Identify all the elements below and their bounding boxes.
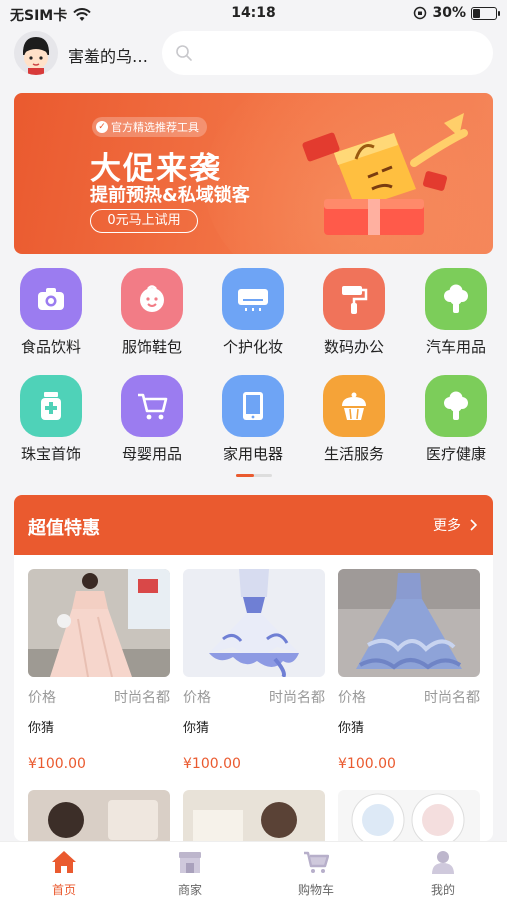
deals-section: 超值特惠 更多 价格 时尚名都 你猜 ¥100.00 价格 时尚名都 你猜 ¥1… bbox=[14, 495, 493, 841]
paint-roller-icon bbox=[323, 268, 385, 330]
product-image-blue-white-dress bbox=[183, 569, 325, 677]
tablet-icon bbox=[222, 375, 284, 437]
tab-mine-label: 我的 bbox=[430, 883, 455, 897]
product-image-partial[interactable] bbox=[183, 790, 325, 841]
store-icon bbox=[179, 852, 201, 873]
air-conditioner-icon bbox=[222, 268, 284, 330]
baby-face-icon bbox=[121, 268, 183, 330]
tab-cart[interactable]: 购物车 bbox=[266, 850, 366, 898]
page-indicator-active bbox=[236, 474, 254, 477]
status-right: 30% bbox=[413, 5, 500, 21]
shopping-cart-icon bbox=[121, 375, 183, 437]
product-image-pink-dress bbox=[28, 569, 170, 677]
tab-merchant-label: 商家 bbox=[177, 883, 202, 897]
banner-badge: ✓ 官方精选推荐工具 bbox=[92, 117, 207, 137]
avatar-cartoon-icon bbox=[14, 31, 58, 75]
user-icon bbox=[432, 851, 454, 874]
tab-merchant[interactable]: 商家 bbox=[140, 850, 240, 898]
category-item[interactable]: 食品饮料 bbox=[11, 268, 91, 357]
category-label: 服饰鞋包 bbox=[121, 338, 182, 356]
tab-cart-label: 购物车 bbox=[297, 883, 334, 897]
category-label: 个护化妆 bbox=[222, 338, 283, 356]
page-indicator bbox=[236, 474, 272, 477]
username[interactable]: 害羞的乌… bbox=[68, 43, 160, 67]
product-name: 你猜 bbox=[28, 721, 55, 736]
deals-more-label: 更多 bbox=[433, 518, 461, 534]
product-meta: 价格 时尚名都 bbox=[338, 687, 480, 707]
banner-try-button[interactable]: 0元马上试用 bbox=[90, 209, 198, 233]
product-price: ¥100.00 bbox=[338, 756, 396, 772]
banner-badge-label: 官方精选推荐工具 bbox=[111, 121, 199, 134]
camera-icon bbox=[20, 268, 82, 330]
product-price-label: 价格 bbox=[338, 690, 366, 706]
check-icon: ✓ bbox=[96, 121, 108, 133]
category-label: 食品饮料 bbox=[20, 338, 81, 356]
category-label: 医疗健康 bbox=[425, 445, 486, 463]
battery-icon bbox=[471, 6, 500, 20]
promo-banner[interactable]: ✓ 官方精选推荐工具 大促来袭 提前预热&私域锁客 0元马上试用 bbox=[14, 93, 493, 254]
broccoli-icon bbox=[425, 375, 487, 437]
product-price-label: 价格 bbox=[28, 690, 56, 706]
chevron-right-icon bbox=[470, 519, 477, 531]
header: 害羞的乌… bbox=[0, 28, 507, 82]
product-card[interactable]: 价格 时尚名都 你猜 ¥100.00 bbox=[183, 569, 325, 772]
avatar[interactable] bbox=[14, 31, 58, 75]
product-card[interactable]: 价格 时尚名都 你猜 ¥100.00 bbox=[28, 569, 170, 772]
product-meta: 价格 时尚名都 bbox=[28, 687, 170, 707]
category-item[interactable]: 母婴用品 bbox=[112, 375, 192, 464]
tab-home[interactable]: 首页 bbox=[14, 850, 114, 898]
product-card[interactable]: 价格 时尚名都 你猜 ¥100.00 bbox=[338, 569, 480, 772]
category-item[interactable]: 珠宝首饰 bbox=[11, 375, 91, 464]
product-tag: 时尚名都 bbox=[114, 690, 170, 706]
category-item[interactable]: 医疗健康 bbox=[416, 375, 496, 464]
product-price-label: 价格 bbox=[183, 690, 211, 706]
shopping-bag-illustration bbox=[302, 113, 468, 235]
product-tag: 时尚名都 bbox=[424, 690, 480, 706]
category-item[interactable]: 数码办公 bbox=[314, 268, 394, 357]
deals-more-link[interactable]: 更多 bbox=[433, 515, 477, 535]
product-name: 你猜 bbox=[183, 721, 210, 736]
deals-header: 超值特惠 更多 bbox=[14, 495, 493, 555]
category-item[interactable]: 生活服务 bbox=[314, 375, 394, 464]
tab-home-label: 首页 bbox=[51, 883, 76, 897]
medicine-bottle-icon bbox=[20, 375, 82, 437]
product-name: 你猜 bbox=[338, 721, 365, 736]
search-input[interactable] bbox=[162, 31, 493, 75]
orientation-lock-icon bbox=[414, 6, 427, 20]
deals-title: 超值特惠 bbox=[28, 518, 100, 539]
category-label: 珠宝首饰 bbox=[20, 445, 81, 463]
bottom-tab-bar: 首页 商家 购物车 我的 bbox=[0, 841, 507, 900]
category-item[interactable]: 个护化妆 bbox=[213, 268, 293, 357]
category-label: 数码办公 bbox=[323, 338, 384, 356]
category-item[interactable]: 服饰鞋包 bbox=[112, 268, 192, 357]
broccoli-icon bbox=[425, 268, 487, 330]
product-image-blue-ruffle-dress bbox=[338, 569, 480, 677]
category-item[interactable]: 家用电器 bbox=[213, 375, 293, 464]
product-image-partial[interactable] bbox=[28, 790, 170, 841]
cart-icon bbox=[304, 851, 330, 873]
status-bar: 无SIM卡 14:18 30% bbox=[0, 0, 507, 28]
cupcake-icon bbox=[323, 375, 385, 437]
product-tag: 时尚名都 bbox=[269, 690, 325, 706]
product-price: ¥100.00 bbox=[28, 756, 86, 772]
product-price: ¥100.00 bbox=[183, 756, 241, 772]
home-icon bbox=[52, 851, 76, 873]
category-label: 母婴用品 bbox=[121, 445, 182, 463]
category-label: 汽车用品 bbox=[425, 338, 486, 356]
tab-mine[interactable]: 我的 bbox=[393, 850, 493, 898]
category-label: 家用电器 bbox=[222, 445, 283, 463]
category-label: 生活服务 bbox=[323, 445, 384, 463]
product-meta: 价格 时尚名都 bbox=[183, 687, 325, 707]
banner-subtitle: 提前预热&私域锁客 bbox=[90, 185, 250, 206]
product-image-partial[interactable] bbox=[338, 790, 480, 841]
battery-percent: 30% bbox=[432, 5, 466, 21]
category-item[interactable]: 汽车用品 bbox=[416, 268, 496, 357]
search-icon bbox=[176, 45, 192, 61]
